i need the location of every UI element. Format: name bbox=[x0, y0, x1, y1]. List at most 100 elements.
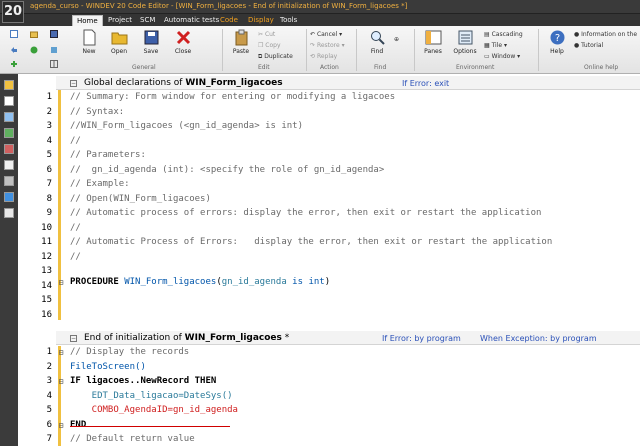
line-number: 16 bbox=[41, 309, 52, 320]
project-icon[interactable] bbox=[4, 80, 14, 90]
line-number: 9 bbox=[46, 208, 52, 218]
quick-plus-icon[interactable] bbox=[10, 60, 18, 68]
collapse-icon[interactable]: − bbox=[70, 335, 77, 342]
error-mode-link[interactable]: If Error: by program bbox=[382, 332, 461, 346]
close-button[interactable]: Close bbox=[170, 29, 196, 55]
code-line[interactable]: IF ligacoes..NewRecord THEN bbox=[70, 376, 216, 386]
section-title: Global declarations of WIN_Form_ligacoes bbox=[84, 78, 283, 88]
code-line[interactable]: // Syntax: bbox=[70, 107, 124, 117]
options-label: Options bbox=[453, 48, 477, 55]
code-line[interactable]: //WIN_Form_ligacoes (<gn_id_agenda> is i… bbox=[70, 121, 303, 131]
quick-run-icon[interactable] bbox=[30, 46, 38, 54]
section-header-end-of-initialization[interactable]: − End of initialization of WIN_Form_liga… bbox=[56, 331, 640, 345]
options-button[interactable]: Options bbox=[452, 29, 478, 55]
tab-display[interactable]: Display bbox=[244, 15, 278, 26]
cascading-label: Cascading bbox=[491, 31, 523, 38]
code-line[interactable]: // Automatic Process of Errors: display … bbox=[70, 237, 552, 247]
paste-button[interactable]: Paste bbox=[228, 29, 254, 55]
open-button[interactable]: Open bbox=[106, 29, 132, 55]
code-line[interactable]: EDT_Data_ligacao=DateSys() bbox=[70, 391, 233, 401]
restore-button[interactable]: ↷ Restore ▾ bbox=[310, 42, 345, 49]
code-line[interactable]: // bbox=[70, 252, 81, 262]
window-icon[interactable] bbox=[4, 96, 14, 106]
line-number: 1 bbox=[46, 92, 52, 102]
quick-access-icon[interactable] bbox=[10, 30, 18, 38]
information-label: Information on the bbox=[581, 31, 638, 38]
code-line[interactable]: END bbox=[70, 420, 86, 430]
quick-undo-icon[interactable] bbox=[10, 46, 18, 54]
window-label: Window bbox=[491, 53, 516, 60]
new-label: New bbox=[82, 48, 96, 55]
cascading-button[interactable]: ▤ Cascading bbox=[484, 31, 523, 38]
code-line[interactable]: COMBO_AgendaID=gn_id_agenda bbox=[70, 405, 238, 415]
line-number: 14 bbox=[41, 280, 52, 291]
tab-scm[interactable]: SCM bbox=[136, 15, 159, 26]
information-button[interactable]: ● Information on the bbox=[574, 31, 637, 38]
find-button[interactable]: Find bbox=[364, 29, 390, 55]
find-expand-icon[interactable]: ⊕ bbox=[394, 36, 399, 43]
title-bar: agenda_curso - WINDEV 20 Code Editor - [… bbox=[0, 0, 640, 14]
error-mode-link[interactable]: If Error: exit bbox=[402, 77, 449, 91]
section-header-global-declarations[interactable]: − Global declarations of WIN_Form_ligaco… bbox=[56, 76, 640, 90]
new-button[interactable]: New bbox=[76, 29, 102, 55]
panes-button[interactable]: Panes bbox=[420, 29, 446, 55]
save-button[interactable]: Save bbox=[138, 29, 164, 55]
window-button[interactable]: ▭ Window ▾ bbox=[484, 53, 520, 60]
tutorial-label: Tutorial bbox=[581, 42, 604, 49]
section-title: End of initialization of WIN_Form_ligaco… bbox=[84, 333, 290, 343]
code-line[interactable]: // Parameters: bbox=[70, 150, 146, 160]
quick-save-icon[interactable] bbox=[50, 30, 58, 38]
code-line[interactable]: // Summary: Form window for entering or … bbox=[70, 92, 395, 102]
code-editor[interactable]: − Global declarations of WIN_Form_ligaco… bbox=[18, 74, 640, 446]
code-line[interactable]: // Open(WIN_Form_ligacoes) bbox=[70, 194, 211, 204]
code-line[interactable]: // bbox=[70, 136, 81, 146]
class-icon[interactable] bbox=[4, 144, 14, 154]
close-label: Close bbox=[174, 48, 192, 55]
tutorial-button[interactable]: ● Tutorial bbox=[574, 42, 603, 49]
restore-label: Restore bbox=[316, 42, 340, 49]
code-line[interactable]: // Display the records bbox=[70, 347, 189, 357]
replay-button[interactable]: ⟲ Replay bbox=[310, 53, 337, 60]
analysis-icon[interactable] bbox=[4, 176, 14, 186]
procedure-declaration[interactable]: PROCEDURE WIN_Form_ligacoes(gn_id_agenda… bbox=[70, 277, 330, 287]
tab-home[interactable]: Home bbox=[72, 15, 103, 26]
ribbon: New Open Save Close General Paste ✂ Cut … bbox=[0, 26, 640, 74]
tab-tools[interactable]: Tools bbox=[276, 15, 301, 26]
cancel-button[interactable]: ↶ Cancel ▾ bbox=[310, 31, 342, 38]
modified-marker bbox=[58, 346, 61, 446]
duplicate-button[interactable]: ⧉ Duplicate bbox=[258, 53, 293, 61]
svg-text:?: ? bbox=[554, 33, 559, 44]
collapse-icon[interactable]: − bbox=[70, 80, 77, 87]
quick-test-icon[interactable] bbox=[50, 46, 58, 54]
quick-open-icon[interactable] bbox=[30, 30, 38, 38]
help-label: Help bbox=[550, 48, 564, 55]
tab-project[interactable]: Project bbox=[104, 15, 136, 26]
data-icon[interactable] bbox=[4, 192, 14, 202]
copy-button[interactable]: ❐ Copy bbox=[258, 42, 281, 49]
quick-grid-icon[interactable] bbox=[50, 60, 58, 68]
code-line[interactable]: // gn_id_agenda (int): <specify the role… bbox=[70, 165, 384, 175]
query-icon[interactable] bbox=[4, 128, 14, 138]
code-line[interactable]: FileToScreen() bbox=[70, 362, 146, 372]
help-file-icon[interactable] bbox=[4, 208, 14, 218]
report-icon[interactable] bbox=[4, 112, 14, 122]
line-number: 4 bbox=[46, 135, 52, 146]
new-file-icon bbox=[83, 29, 95, 46]
code-line[interactable]: // Example: bbox=[70, 179, 130, 189]
code-line[interactable]: // Automatic process of errors: display … bbox=[70, 208, 541, 218]
fold-marker[interactable]: ⊟ bbox=[56, 377, 66, 386]
tab-automatic-tests[interactable]: Automatic tests bbox=[160, 15, 223, 26]
tab-code[interactable]: Code bbox=[216, 15, 242, 26]
line-number: 2 bbox=[46, 361, 52, 372]
fold-marker[interactable]: ⊟ bbox=[56, 421, 66, 430]
code-line[interactable]: // Default return value bbox=[70, 434, 195, 444]
exception-mode-link[interactable]: When Exception: by program bbox=[480, 332, 597, 346]
fold-marker[interactable]: ⊟ bbox=[56, 348, 66, 357]
fold-marker[interactable]: ⊟ bbox=[56, 278, 66, 287]
code-line[interactable]: // bbox=[70, 223, 81, 233]
windev-logo[interactable]: 20 bbox=[2, 1, 24, 23]
tile-button[interactable]: ▦ Tile ▾ bbox=[484, 42, 507, 49]
help-button[interactable]: ? Help bbox=[544, 29, 570, 55]
procedure-icon[interactable] bbox=[4, 160, 14, 170]
cut-button[interactable]: ✂ Cut bbox=[258, 31, 275, 38]
